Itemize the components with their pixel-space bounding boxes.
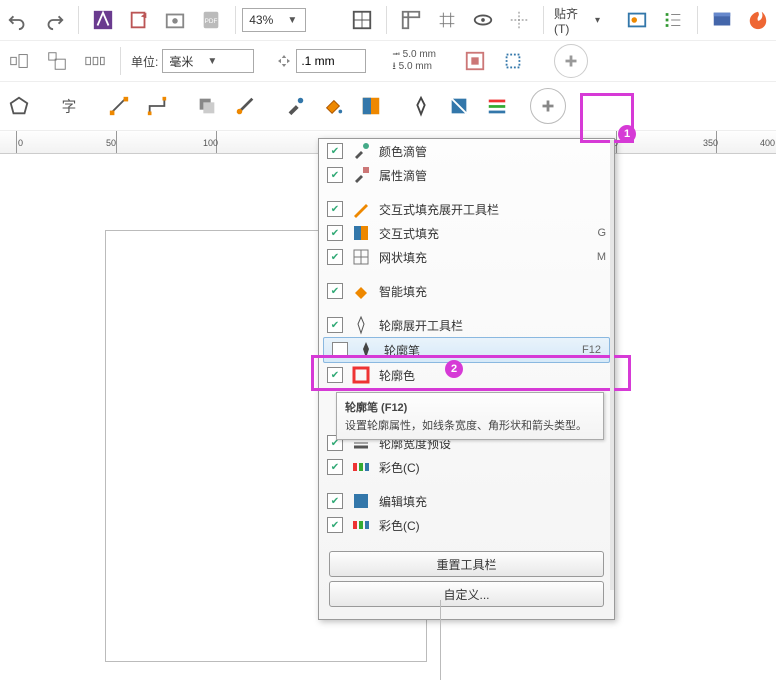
app-icon[interactable]	[87, 3, 119, 37]
customize-button[interactable]: 自定义...	[329, 581, 604, 607]
interactive-fill-icon[interactable]	[354, 89, 388, 123]
publish-icon[interactable]	[159, 3, 191, 37]
color-slider-icon[interactable]	[480, 89, 514, 123]
rulers-icon[interactable]	[395, 3, 427, 37]
menu-item-attr-eyedrop[interactable]: ✔属性滴管	[319, 163, 614, 187]
transparency-tool-icon[interactable]	[228, 89, 262, 123]
checklist-icon[interactable]	[657, 3, 689, 37]
menu-scrollbar[interactable]	[610, 140, 614, 590]
outline-pen-icon[interactable]	[404, 89, 438, 123]
svg-text:PDF: PDF	[205, 18, 218, 25]
guide-line	[440, 600, 441, 680]
options-icon[interactable]	[621, 3, 653, 37]
menu-item-smartfill[interactable]: ✔智能填充	[319, 279, 614, 303]
text-tool-icon[interactable]: 字	[52, 89, 86, 123]
toolbar-standard: PDF 43%▼ 贴齐(T)▾	[0, 0, 776, 41]
dropshadow-tool-icon[interactable]	[190, 89, 224, 123]
window-icon[interactable]	[706, 3, 738, 37]
add-button[interactable]	[554, 44, 588, 78]
annotation-badge-2: 2	[445, 360, 463, 378]
snap-boundaries-icon[interactable]	[346, 3, 378, 37]
fire-icon[interactable]	[742, 3, 774, 37]
menu-item-outline-expand[interactable]: ✔轮廓展开工具栏	[319, 313, 614, 337]
unit-value: 毫米	[163, 53, 199, 70]
nudge-input[interactable]	[296, 49, 366, 73]
reset-toolbar-button[interactable]: 重置工具栏	[329, 551, 604, 577]
connector-tool-icon[interactable]	[140, 89, 174, 123]
annotation-badge-1: 1	[618, 125, 636, 143]
menu-item-color-c1[interactable]: ✔彩色(C)	[319, 455, 614, 479]
align-label[interactable]: 贴齐(T)	[554, 5, 591, 36]
distribute-icon[interactable]	[78, 44, 112, 78]
menu-item-edit-fill[interactable]: ✔编辑填充	[319, 489, 614, 513]
menu-item-color-c2[interactable]: ✔彩色(C)	[319, 513, 614, 537]
align-to-page-icon[interactable]	[40, 44, 74, 78]
menu-item-color-eyedrop[interactable]: ✔颜色滴管	[319, 139, 614, 163]
polygon-tool-icon[interactable]	[2, 89, 36, 123]
treat-as-filled-icon[interactable]	[458, 44, 492, 78]
unit-dropdown[interactable]: 毫米▼	[162, 49, 254, 73]
export-icon[interactable]	[123, 3, 155, 37]
align-objects-icon[interactable]	[2, 44, 36, 78]
menu-item-mesh[interactable]: ✔网状填充M	[319, 245, 614, 269]
toolbar-property: 单位: 毫米▼ ⭲ 5.0 mm ⭳ 5.0 mm	[0, 41, 776, 82]
tooltip-title: 轮廓笔 (F12)	[345, 399, 595, 415]
menu-item-ifill[interactable]: ✔交互式填充G	[319, 221, 614, 245]
svg-text:字: 字	[62, 99, 77, 116]
paintbucket-tool-icon[interactable]	[316, 89, 350, 123]
fill-props-icon[interactable]	[442, 89, 476, 123]
toolbox-expand-button[interactable]	[530, 88, 566, 124]
annotation-box-2	[311, 355, 631, 391]
tooltip-body: 设置轮廓属性，如线条宽度、角形状和箭头类型。	[345, 417, 595, 433]
unit-label: 单位:	[131, 53, 158, 70]
zoom-value: 43%	[243, 13, 279, 27]
eyedropper-tool-icon[interactable]	[278, 89, 312, 123]
zoom-dropdown[interactable]: 43%▼	[242, 8, 306, 32]
eye-icon[interactable]	[467, 3, 499, 37]
dup-y-value: 5.0 mm	[399, 61, 432, 72]
menu-item-ifill-expand[interactable]: ✔交互式填充展开工具栏	[319, 197, 614, 221]
redo-icon[interactable]	[38, 3, 70, 37]
duplicate-offset: ⭲ 5.0 mm ⭳ 5.0 mm	[392, 49, 436, 73]
pdf-icon[interactable]: PDF	[195, 3, 227, 37]
nudge-icon	[274, 44, 294, 78]
tooltip: 轮廓笔 (F12) 设置轮廓属性，如线条宽度、角形状和箭头类型。	[336, 392, 604, 440]
undo-icon[interactable]	[2, 3, 34, 37]
guidelines-icon[interactable]	[503, 3, 535, 37]
grid-icon[interactable]	[431, 3, 463, 37]
toolbox-row: 字	[0, 82, 776, 131]
crop-marquee-icon[interactable]	[496, 44, 530, 78]
dup-x-value: 5.0 mm	[403, 49, 436, 60]
dimension-tool-icon[interactable]	[102, 89, 136, 123]
